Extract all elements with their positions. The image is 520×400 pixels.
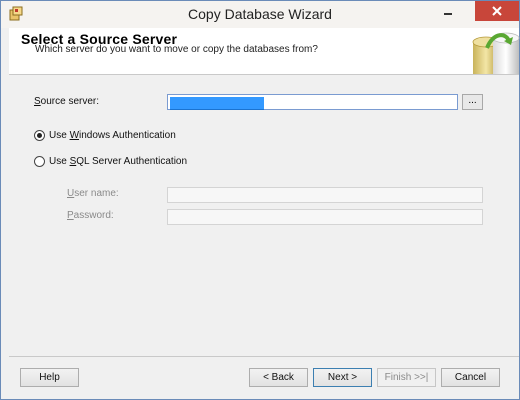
page-subtitle: Which server do you want to move or copy… bbox=[35, 44, 318, 55]
database-copy-icon bbox=[472, 32, 520, 74]
radio-selected-dot bbox=[37, 133, 42, 138]
sql-auth-label[interactable]: Use SQL Server Authentication bbox=[49, 156, 187, 167]
sql-auth-radio[interactable] bbox=[34, 156, 45, 167]
cancel-button[interactable]: Cancel bbox=[441, 368, 500, 387]
source-server-field[interactable] bbox=[167, 94, 458, 110]
source-server-label: Source server: bbox=[34, 96, 100, 107]
finish-button[interactable]: Finish >>| bbox=[377, 368, 436, 387]
close-icon bbox=[492, 6, 502, 16]
password-label: Password: bbox=[67, 210, 114, 221]
wizard-window: Copy Database Wizard Select a Source Ser… bbox=[0, 0, 520, 400]
next-button[interactable]: Next > bbox=[313, 368, 372, 387]
windows-auth-radio[interactable] bbox=[34, 130, 45, 141]
footer-divider bbox=[9, 356, 519, 357]
minimize-icon bbox=[444, 13, 452, 15]
windows-auth-label[interactable]: Use Windows Authentication bbox=[49, 130, 176, 141]
username-field[interactable] bbox=[167, 187, 483, 203]
browse-server-button[interactable]: ... bbox=[462, 94, 483, 110]
username-label: User name: bbox=[67, 188, 119, 199]
back-button[interactable]: < Back bbox=[249, 368, 308, 387]
wizard-header: Select a Source Server Which server do y… bbox=[9, 28, 520, 75]
help-button[interactable]: Help bbox=[20, 368, 79, 387]
password-field[interactable] bbox=[167, 209, 483, 225]
close-button[interactable] bbox=[475, 1, 519, 21]
source-server-value bbox=[170, 97, 264, 110]
minimize-button[interactable] bbox=[435, 1, 461, 21]
title-bar: Copy Database Wizard bbox=[1, 1, 519, 28]
